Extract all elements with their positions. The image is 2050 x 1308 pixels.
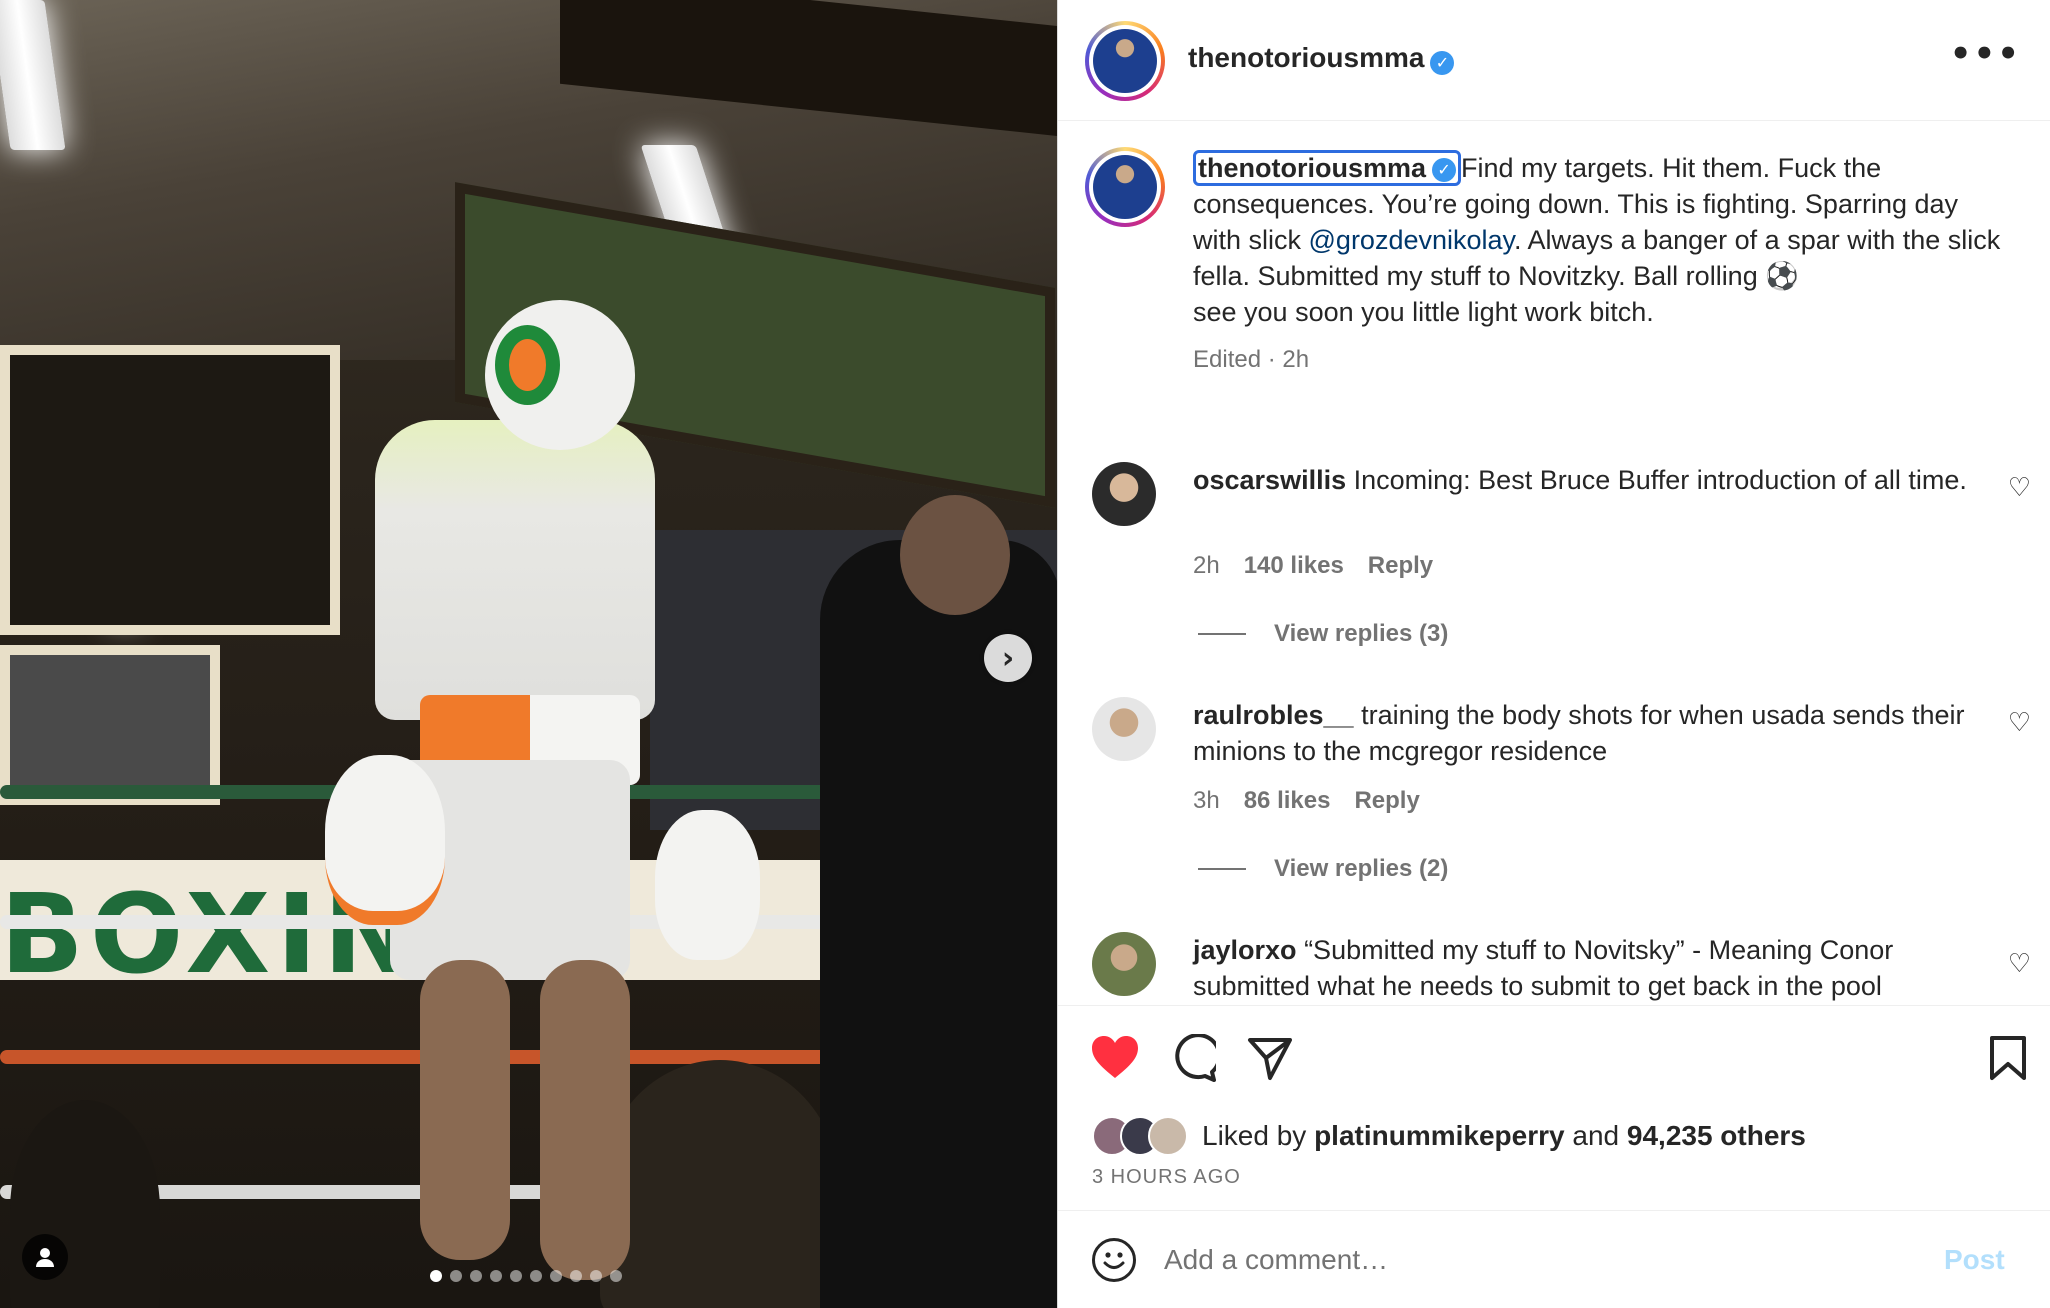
tagged-users-button[interactable]	[22, 1234, 68, 1280]
fighter-shirt	[375, 420, 655, 720]
like-comment-heart-icon[interactable]: ♡	[2008, 707, 2031, 738]
caption-mention-link[interactable]: @grozdevnikolay	[1309, 225, 1515, 255]
post-photo[interactable]: BOXING ›	[0, 0, 1057, 1308]
comment-icon[interactable]	[1168, 1034, 1216, 1082]
boxing-glove	[655, 810, 760, 960]
commenter-username[interactable]: raulrobles__	[1193, 700, 1354, 730]
comment-meta: 2h 140 likes Reply	[1193, 552, 1433, 580]
bookmark-icon[interactable]	[1988, 1034, 2028, 1082]
wall-frame	[0, 345, 340, 635]
comment-meta: 3h 86 likes Reply	[1193, 787, 1420, 815]
carousel-dot	[530, 1270, 542, 1282]
liked-by-user[interactable]: platinummikeperry	[1314, 1120, 1565, 1152]
author-name-row: thenotoriousmma ✓	[1188, 42, 1455, 75]
liker-avatar[interactable]	[1148, 1116, 1188, 1156]
comment-text: raulrobles__ training the body shots for…	[1193, 697, 1973, 769]
user-icon	[36, 1248, 54, 1267]
view-replies-button[interactable]: View replies (3)	[1198, 620, 1448, 648]
view-replies-label[interactable]: View replies (2)	[1274, 855, 1448, 883]
post-header: thenotoriousmma ✓ •••	[1058, 0, 2050, 121]
comment-time: 3h	[1193, 787, 1220, 814]
comment-likes[interactable]: 140 likes	[1244, 552, 1344, 580]
carousel-dot	[590, 1270, 602, 1282]
fighter-leg	[420, 960, 510, 1260]
like-comment-heart-icon[interactable]: ♡	[2008, 948, 2031, 979]
comment-likes[interactable]: 86 likes	[1244, 787, 1331, 815]
emoji-icon[interactable]	[1092, 1237, 1136, 1282]
comment-text: oscarswillis Incoming: Best Bruce Buffer…	[1193, 462, 1973, 498]
caption-username[interactable]: thenotoriousmma ✓	[1193, 150, 1462, 186]
carousel-dot	[430, 1270, 442, 1282]
view-replies-button[interactable]: View replies (2)	[1198, 855, 1448, 883]
view-replies-label[interactable]: View replies (3)	[1274, 620, 1448, 648]
commenter-avatar[interactable]	[1092, 932, 1156, 996]
next-photo-button[interactable]: ›	[984, 634, 1032, 682]
commenter-avatar[interactable]	[1092, 462, 1156, 526]
more-options-icon[interactable]: •••	[1950, 37, 2021, 71]
commenter-username[interactable]: jaylorxo	[1193, 935, 1297, 965]
carousel-dot	[550, 1270, 562, 1282]
liked-by-count[interactable]: 94,235 others	[1627, 1120, 1806, 1152]
like-comment-heart-icon[interactable]: ♡	[2008, 472, 2031, 503]
comment-reply-button[interactable]: Reply	[1368, 552, 1433, 580]
comment-input[interactable]	[1164, 1243, 1924, 1276]
comment-text: jaylorxo “Submitted my stuff to Novitsky…	[1193, 932, 1973, 1004]
post-time-ago[interactable]: 3 HOURS AGO	[1092, 1166, 1241, 1189]
comment-item: jaylorxo “Submitted my stuff to Novitsky…	[1058, 932, 2050, 1004]
heart-icon[interactable]	[1090, 1034, 1140, 1080]
boxing-glove	[325, 755, 445, 925]
verified-icon: ✓	[1432, 157, 1457, 182]
carousel-dot	[510, 1270, 522, 1282]
carousel-dot	[490, 1270, 502, 1282]
carousel-dot	[470, 1270, 482, 1282]
divider-line	[1198, 868, 1246, 870]
coach-head	[900, 495, 1010, 615]
verified-icon: ✓	[1430, 50, 1455, 75]
carousel-dots	[430, 1270, 622, 1282]
caption-meta: Edited · 2h	[1193, 346, 1310, 373]
carousel-dot	[570, 1270, 582, 1282]
comment-body: “Submitted my stuff to Novitsky” - Meani…	[1193, 935, 1894, 1001]
post-comment-button[interactable]: Post	[1944, 1244, 2005, 1276]
post-side-panel: thenotoriousmma ✓ ••• thenotoriousmma ✓ Fin…	[1057, 0, 2050, 1308]
headgear-ear	[495, 325, 560, 405]
author-avatar[interactable]	[1085, 21, 1165, 101]
commenter-avatar[interactable]	[1092, 697, 1156, 761]
add-comment-bar: Post	[1058, 1210, 2050, 1308]
carousel-dot	[450, 1270, 462, 1282]
post-actions: Liked by platinummikeperry and 94,235 ot…	[1058, 1005, 2050, 1205]
author-username[interactable]: thenotoriousmma	[1188, 42, 1424, 73]
liked-by-mid: and	[1564, 1120, 1627, 1151]
likes-summary: Liked by platinummikeperry and 94,235 ot…	[1092, 1116, 1806, 1156]
carousel-dot	[610, 1270, 622, 1282]
post-caption: thenotoriousmma ✓ Find my targets. Hit the…	[1193, 150, 2013, 378]
commenter-username[interactable]: oscarswillis	[1193, 465, 1346, 495]
comment-reply-button[interactable]: Reply	[1354, 787, 1419, 815]
fighter-leg	[540, 960, 630, 1280]
caption-text-3: see you soon you little light work bitch…	[1193, 297, 1654, 327]
spectator	[600, 1060, 840, 1308]
caption-avatar[interactable]	[1085, 147, 1165, 227]
caption-username-text[interactable]: thenotoriousmma	[1198, 153, 1426, 183]
comment-body: Incoming: Best Bruce Buffer introduction…	[1353, 465, 1967, 495]
chevron-right-icon: ›	[1001, 640, 1015, 676]
liked-by-prefix: Liked by	[1202, 1120, 1315, 1151]
photo-frame	[0, 645, 220, 805]
comment-time: 2h	[1193, 552, 1220, 579]
divider-line	[1198, 633, 1246, 635]
share-icon[interactable]	[1246, 1034, 1294, 1082]
